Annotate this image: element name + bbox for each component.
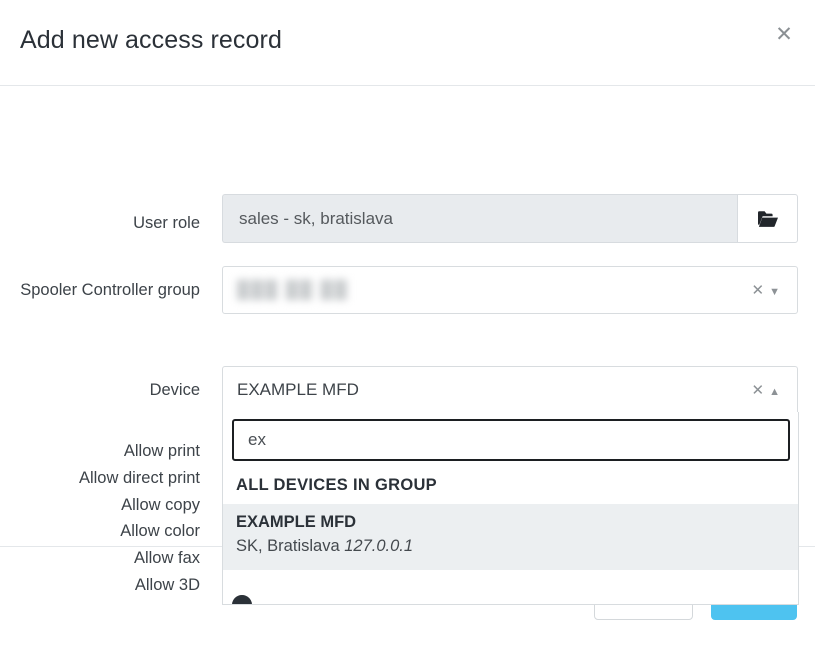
spooler-group-field: ███ ██ ██ ✕▼ — [222, 266, 798, 314]
user-role-input: sales - sk, bratislava — [222, 194, 737, 243]
dialog-body: User role sales - sk, bratislava Spooler… — [0, 86, 815, 545]
device-value: EXAMPLE MFD — [237, 367, 359, 413]
close-icon[interactable]: ✕ — [771, 22, 797, 48]
device-controls: ✕▲ — [752, 367, 785, 415]
chevron-up-icon[interactable]: ▲ — [769, 386, 785, 398]
folder-open-icon[interactable] — [737, 194, 798, 243]
chevron-down-icon[interactable]: ▼ — [769, 286, 785, 298]
dialog-header: Add new access record ✕ — [0, 0, 815, 86]
add-access-record-dialog: Add new access record ✕ User role sales … — [0, 0, 815, 645]
dialog-title: Add new access record — [20, 26, 282, 55]
dropdown-group-header: ALL DEVICES IN GROUP — [223, 467, 798, 504]
dropdown-option-example-mfd[interactable]: EXAMPLE MFD SK, Bratislava 127.0.0.1 — [223, 504, 798, 570]
device-field: EXAMPLE MFD ✕▲ — [222, 366, 798, 413]
clear-icon[interactable]: ✕ — [752, 382, 770, 399]
dropdown-option-subtitle: SK, Bratislava 127.0.0.1 — [236, 534, 785, 559]
allow-color-label: Allow color — [0, 518, 200, 545]
allow-copy-label: Allow copy — [0, 492, 200, 519]
spooler-group-value: ███ ██ ██ — [237, 267, 349, 313]
spooler-group-select[interactable]: ███ ██ ██ ✕▼ — [222, 266, 798, 314]
device-label: Device — [0, 379, 200, 402]
dropdown-option-ip: 127.0.0.1 — [344, 537, 413, 555]
allow-direct-print-label: Allow direct print — [0, 465, 200, 492]
clear-icon[interactable]: ✕ — [752, 282, 770, 299]
user-role-label: User role — [0, 212, 200, 235]
allow-print-label: Allow print — [0, 438, 200, 465]
device-select[interactable]: EXAMPLE MFD ✕▲ — [222, 366, 798, 413]
user-role-field: sales - sk, bratislava — [222, 194, 798, 243]
device-dropdown-panel: ALL DEVICES IN GROUP EXAMPLE MFD SK, Bra… — [222, 412, 799, 605]
dropdown-option-title: EXAMPLE MFD — [236, 511, 785, 534]
dropdown-option-location: SK, Bratislava — [236, 537, 340, 555]
redacted-value: ███ ██ ██ — [237, 267, 349, 313]
device-search-input[interactable] — [232, 419, 790, 461]
spooler-group-controls: ✕▼ — [752, 267, 785, 315]
spooler-group-label: Spooler Controller group — [0, 279, 200, 302]
dropdown-scroll-partial-item[interactable] — [232, 595, 254, 605]
device-search-wrapper — [223, 412, 798, 467]
